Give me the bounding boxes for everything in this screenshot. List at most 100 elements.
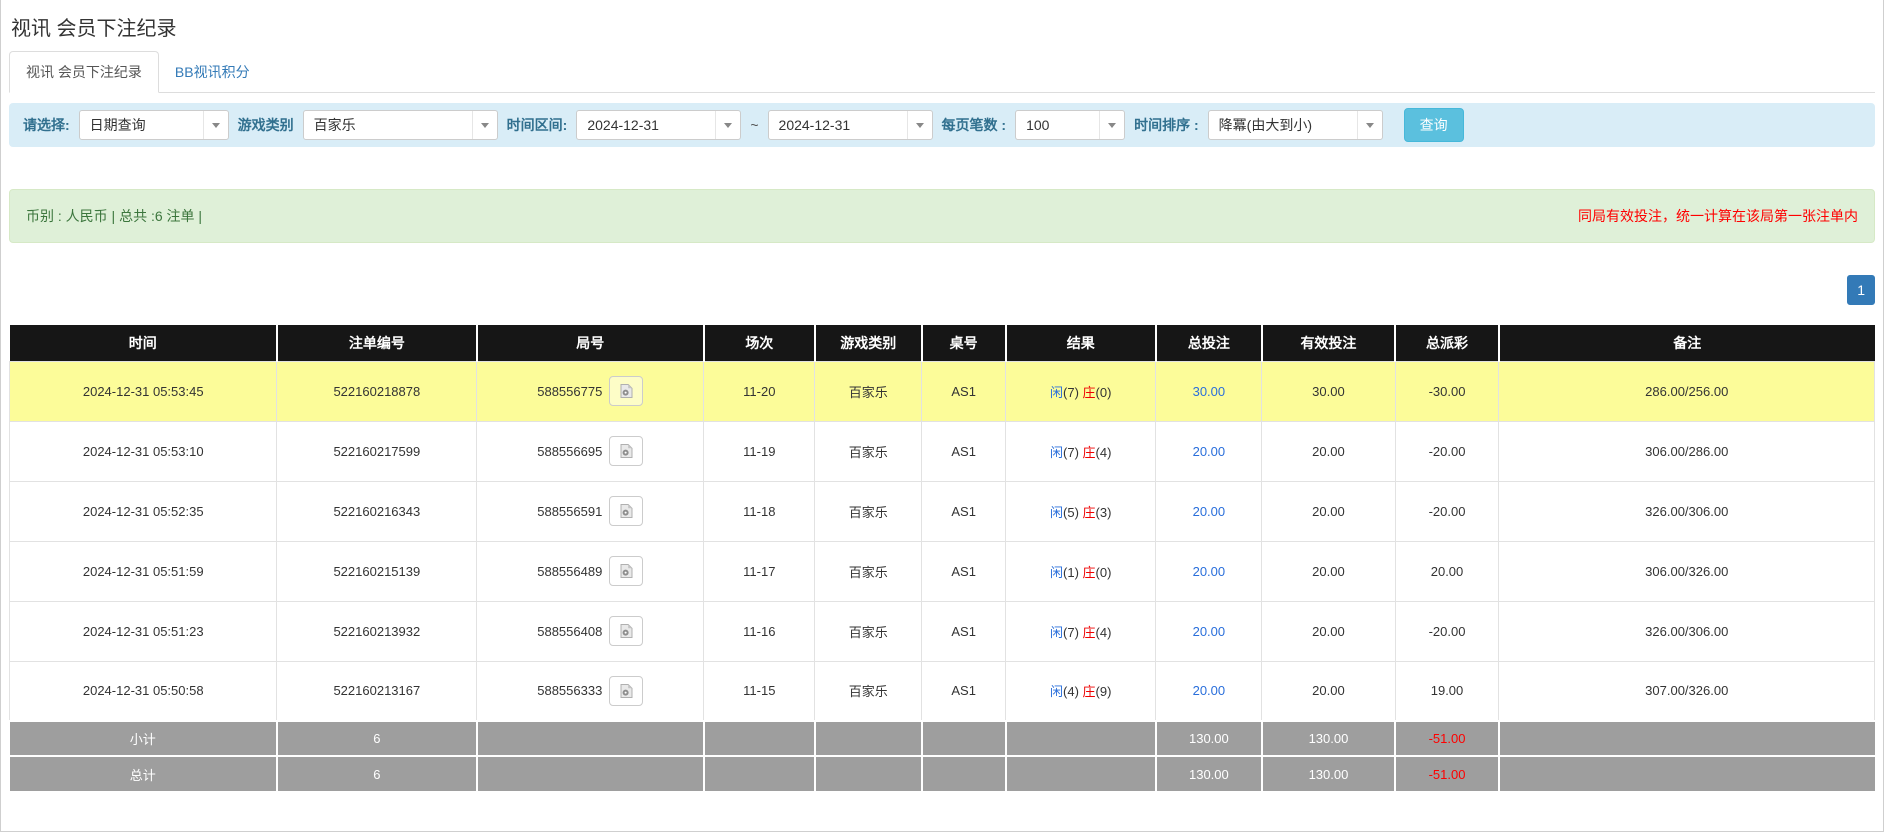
video-replay-button[interactable] [609,676,643,706]
cell-table-number: AS1 [922,421,1006,481]
summary-empty-round [477,756,704,791]
cell-valid-bet: 20.00 [1262,661,1395,721]
video-file-icon [618,503,634,519]
result-banker-label: 庄 [1083,625,1096,640]
video-replay-button[interactable] [609,616,643,646]
cell-session: 11-18 [704,481,815,541]
video-file-icon [618,563,634,579]
column-header-game-type: 游戏类别 [815,325,922,361]
sort-order-select[interactable]: 降冪(由大到小) [1208,110,1383,140]
table-row[interactable]: 2024-12-31 05:50:58522160213167588556333… [10,661,1875,721]
result-player-label: 闲 [1050,505,1063,520]
video-replay-button[interactable] [609,376,643,406]
summary-empty-round [477,721,704,756]
chevron-down-icon [715,111,740,139]
cell-total-bet: 30.00 [1156,361,1262,421]
video-replay-button[interactable] [609,496,643,526]
cell-table-number: AS1 [922,601,1006,661]
cell-round: 588556489 [477,541,704,601]
cell-session: 11-20 [704,361,815,421]
result-player-label: 闲 [1050,445,1063,460]
chevron-down-icon [472,111,497,139]
query-type-select[interactable]: 日期查询 [79,110,229,140]
result-player-label: 闲 [1050,385,1063,400]
round-number: 588556591 [537,504,602,519]
column-header-session: 场次 [704,325,815,361]
result-player-value: (7) [1063,385,1083,400]
video-replay-button[interactable] [609,436,643,466]
summary-payout: -51.00 [1395,756,1499,791]
cell-valid-bet: 20.00 [1262,541,1395,601]
page-size-select[interactable]: 100 [1015,110,1125,140]
summary-total-bet: 130.00 [1156,721,1262,756]
video-replay-button[interactable] [609,556,643,586]
round-number: 588556695 [537,444,602,459]
tab-bar: 视讯 会员下注纪录 BB视讯积分 [9,53,1875,93]
cell-remark: 307.00/326.00 [1499,661,1875,721]
date-to-select[interactable]: 2024-12-31 [768,110,933,140]
date-from-select[interactable]: 2024-12-31 [576,110,741,140]
sort-order-value: 降冪(由大到小) [1219,115,1312,135]
cell-total-bet: 20.00 [1156,421,1262,481]
summary-remark [1499,721,1875,756]
cell-total-bet: 20.00 [1156,601,1262,661]
game-type-label: 游戏类别 [238,115,294,135]
sort-order-label: 时间排序 : [1134,115,1199,135]
column-header-table-number: 桌号 [922,325,1006,361]
cell-game-type: 百家乐 [815,601,922,661]
table-row[interactable]: 2024-12-31 05:52:35522160216343588556591… [10,481,1875,541]
total-bet-link[interactable]: 20.00 [1193,504,1226,519]
total-bet-link[interactable]: 20.00 [1193,624,1226,639]
cell-total-bet: 20.00 [1156,541,1262,601]
summary-total-bet: 130.00 [1156,756,1262,791]
result-banker-label: 庄 [1083,445,1096,460]
search-button[interactable]: 查询 [1404,108,1464,142]
total-bet-link[interactable]: 20.00 [1193,564,1226,579]
cell-bet-number: 522160218878 [277,361,477,421]
cell-game-type: 百家乐 [815,481,922,541]
page-button-1[interactable]: 1 [1847,275,1875,305]
table-row[interactable]: 2024-12-31 05:53:45522160218878588556775… [10,361,1875,421]
result-banker-value: (0) [1096,565,1112,580]
summary-empty-result [1006,756,1156,791]
result-player-value: (1) [1063,565,1083,580]
tab-video-bet-records[interactable]: 视讯 会员下注纪录 [9,51,159,93]
result-player-value: (7) [1063,625,1083,640]
cell-bet-number: 522160216343 [277,481,477,541]
cell-payout: -20.00 [1395,421,1499,481]
result-banker-value: (4) [1096,445,1112,460]
total-bet-link[interactable]: 20.00 [1193,444,1226,459]
page-size-label: 每页笔数 : [942,115,1007,135]
game-type-select[interactable]: 百家乐 [303,110,498,140]
currency-total-text: 币别 : 人民币 | 总共 :6 注单 | [26,206,202,226]
summary-bar: 币别 : 人民币 | 总共 :6 注单 | 同局有效投注，统一计算在该局第一张注… [9,189,1875,243]
column-header-valid-bet: 有效投注 [1262,325,1395,361]
result-banker-value: (4) [1096,625,1112,640]
result-banker-value: (3) [1096,505,1112,520]
cell-payout: 19.00 [1395,661,1499,721]
tab-bb-video-points[interactable]: BB视讯积分 [159,52,266,92]
round-number: 588556489 [537,564,602,579]
table-row[interactable]: 2024-12-31 05:51:23522160213932588556408… [10,601,1875,661]
subtotal-row: 小计6130.00130.00-51.00 [10,721,1875,756]
total-row: 总计6130.00130.00-51.00 [10,756,1875,791]
result-banker-label: 庄 [1083,565,1096,580]
total-bet-link[interactable]: 20.00 [1193,683,1226,698]
column-header-total-bet: 总投注 [1156,325,1262,361]
cell-game-type: 百家乐 [815,541,922,601]
cell-bet-number: 522160217599 [277,421,477,481]
cell-session: 11-15 [704,661,815,721]
date-to-value: 2024-12-31 [779,117,851,133]
time-range-label: 时间区间: [507,115,568,135]
cell-total-bet: 20.00 [1156,661,1262,721]
cell-remark: 306.00/326.00 [1499,541,1875,601]
table-row[interactable]: 2024-12-31 05:51:59522160215139588556489… [10,541,1875,601]
result-player-label: 闲 [1050,684,1063,699]
cell-payout: -20.00 [1395,481,1499,541]
cell-total-bet: 20.00 [1156,481,1262,541]
cell-table-number: AS1 [922,661,1006,721]
cell-session: 11-19 [704,421,815,481]
total-bet-link[interactable]: 30.00 [1193,384,1226,399]
cell-result: 闲(1) 庄(0) [1006,541,1156,601]
table-row[interactable]: 2024-12-31 05:53:10522160217599588556695… [10,421,1875,481]
